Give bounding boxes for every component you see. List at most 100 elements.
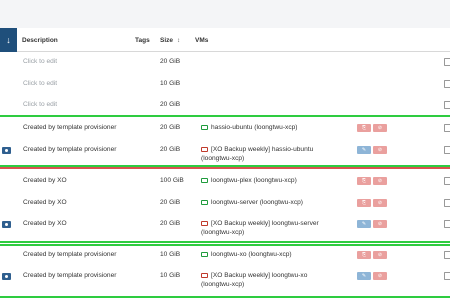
column-header-size[interactable]: Size ↕ [160,28,180,52]
description-field[interactable]: Created by template provisioner [23,251,116,258]
disconnect-button[interactable]: ⊘ [373,272,387,280]
disconnect-button[interactable]: ⊘ [373,177,387,185]
table-row: Click to edit 10 GiB [0,80,450,100]
description-field[interactable]: Created by template provisioner [23,272,116,279]
table-row: Created by template provisioner 10 GiB loo… [0,251,450,271]
migrate-button[interactable]: ⎘ [357,177,371,185]
vm-name: [XO Backup weekly] loongtwu-server [211,220,319,227]
migrate-button[interactable]: ⎘ [357,124,371,132]
vm-host: (loongtwu-xcp) [201,155,245,162]
size-value: 20 GiB [160,146,181,153]
table-header [0,28,450,52]
table-row: Created by template provisioner 10 GiB [XO… [0,272,450,292]
edit-button[interactable]: ✎ [357,220,371,228]
size-value: 10 GiB [160,251,181,258]
disconnect-button[interactable]: ⊘ [373,251,387,259]
description-field[interactable]: Click to edit [23,58,57,65]
row-action-button[interactable] [444,124,450,132]
description-field[interactable]: Created by XO [23,199,67,206]
vm-name: [XO Backup weekly] loongtwu-xo [211,272,308,279]
migrate-button[interactable]: ⎘ [357,251,371,259]
row-action-button[interactable] [444,146,450,154]
vm-name-line: [XO Backup weekly] loongtwu-server [201,219,319,228]
disconnect-button[interactable]: ⊘ [373,199,387,207]
sort-icon: ↕ [177,38,181,44]
snapshot-icon [2,221,11,228]
vm-action-buttons: ⎘ ⊘ [357,177,387,185]
description-field[interactable]: Created by template provisioner [23,146,116,153]
vm-halted-icon [201,221,208,226]
vm-link[interactable]: loongtwu-xo (loongtwu-xcp) [201,250,292,259]
vm-link[interactable]: [XO Backup weekly] loongtwu-server (loong… [201,219,319,237]
edit-button[interactable]: ✎ [357,272,371,280]
edit-button[interactable]: ✎ [357,146,371,154]
size-value: 20 GiB [160,58,181,65]
top-bar [0,0,450,28]
vm-link[interactable]: [XO Backup weekly] hassio-ubuntu (loongtw… [201,145,313,163]
description-field[interactable]: Created by template provisioner [23,124,116,131]
vm-name-line: loongtwu-xo (loongtwu-xcp) [201,250,292,259]
disconnect-button[interactable]: ⊘ [373,146,387,154]
sort-toggle-button[interactable]: ↓ [0,28,17,52]
snapshot-icon [2,147,11,154]
size-value: 10 GiB [160,272,181,279]
vm-running-icon [201,125,208,130]
size-value: 20 GiB [160,124,181,131]
migrate-button[interactable]: ⎘ [357,199,371,207]
row-action-button[interactable] [444,80,450,88]
vm-running-icon [201,200,208,205]
row-highlight-red [0,167,450,169]
row-highlight-green [0,244,450,246]
vm-name: loongtwu-xo (loongtwu-xcp) [211,251,292,258]
vm-link[interactable]: hassio-ubuntu (loongtwu-xcp) [201,123,298,132]
vm-name: [XO Backup weekly] hassio-ubuntu [211,146,314,153]
vm-action-buttons: ✎ ⊘ [357,272,387,280]
disconnect-button[interactable]: ⊘ [373,220,387,228]
row-action-button[interactable] [444,101,450,109]
column-header-size-label: Size [160,37,174,44]
vm-halted-icon [201,147,208,152]
table-row: Created by XO 20 GiB loongtwu-server (loon… [0,199,450,219]
description-field[interactable]: Click to edit [23,80,57,87]
size-value: 20 GiB [160,220,181,227]
table-row: Created by template provisioner 20 GiB has… [0,124,450,144]
row-highlight-green [0,296,450,298]
disconnect-button[interactable]: ⊘ [373,124,387,132]
vm-name-line: loongtwu-server (loongtwu-xcp) [201,198,303,207]
vm-name-line: [XO Backup weekly] loongtwu-xo [201,271,307,280]
size-value: 20 GiB [160,101,181,108]
size-value: 100 GiB [160,177,184,184]
description-field[interactable]: Created by XO [23,220,67,227]
vm-running-icon [201,252,208,257]
row-action-button[interactable] [444,177,450,185]
size-value: 10 GiB [160,80,181,87]
vm-link[interactable]: [XO Backup weekly] loongtwu-xo (loongtwu-… [201,271,307,289]
vm-name-line: loongtwu-plex (loongtwu-xcp) [201,176,297,185]
vm-running-icon [201,178,208,183]
column-header-tags[interactable]: Tags [135,28,150,52]
vm-link[interactable]: loongtwu-plex (loongtwu-xcp) [201,176,297,185]
column-header-vms[interactable]: VMs [195,28,208,52]
vm-action-buttons: ⎘ ⊘ [357,199,387,207]
table-row: Created by template provisioner 20 GiB [XO… [0,146,450,166]
vm-action-buttons: ✎ ⊘ [357,220,387,228]
row-action-button[interactable] [444,199,450,207]
description-field[interactable]: Created by XO [23,177,67,184]
vm-name-line: hassio-ubuntu (loongtwu-xcp) [201,123,298,132]
row-action-button[interactable] [444,220,450,228]
table-row: Created by XO 20 GiB [XO Backup weekly] lo… [0,220,450,240]
row-action-button[interactable] [444,272,450,280]
vm-host: (loongtwu-xcp) [201,229,245,236]
table-row: Click to edit 20 GiB [0,101,450,121]
vm-name: hassio-ubuntu (loongtwu-xcp) [211,124,298,131]
column-header-description[interactable]: Description [22,28,58,52]
description-field[interactable]: Click to edit [23,101,57,108]
row-action-button[interactable] [444,251,450,259]
vm-link[interactable]: loongtwu-server (loongtwu-xcp) [201,198,303,207]
vm-action-buttons: ✎ ⊘ [357,146,387,154]
row-highlight-green [0,115,450,117]
row-action-button[interactable] [444,58,450,66]
table-row: Click to edit 20 GiB [0,58,450,78]
row-highlight-green [0,241,450,243]
size-value: 20 GiB [160,199,181,206]
